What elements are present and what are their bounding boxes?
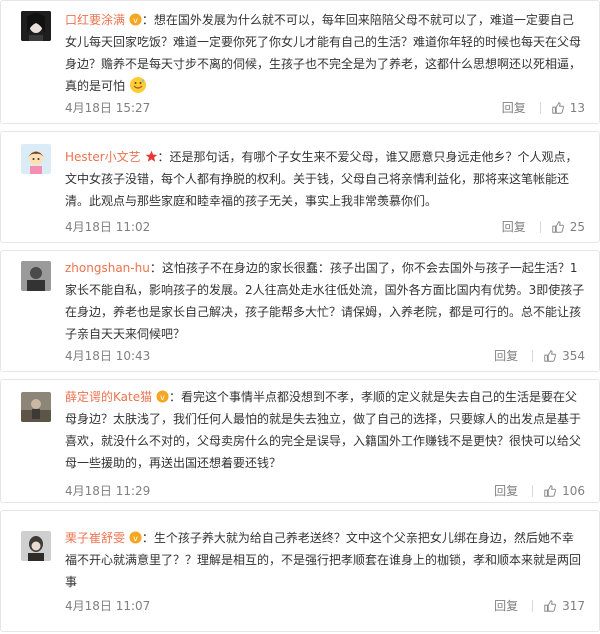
comment-body: 还是那句话，有哪个子女生来不爱父母，谁又愿意只身远走他乡？个人观点，文中女孩子没… — [65, 150, 578, 208]
like-count: 25 — [569, 220, 585, 234]
like-count: 317 — [562, 599, 585, 613]
comment-meta: 4月18日 10:43 回复 354 — [65, 345, 585, 367]
divider — [539, 102, 541, 114]
divider — [532, 600, 534, 612]
comment-meta: 4月18日 15:27 回复 13 — [65, 97, 585, 119]
star-badge-icon[interactable] — [145, 150, 158, 163]
reply-button[interactable]: 回复 — [494, 345, 518, 367]
sweat-smile-emoji-icon — [129, 77, 146, 93]
username-link[interactable]: 栗子崔舒雯 — [65, 531, 125, 545]
comment-time: 4月18日 11:02 — [65, 220, 151, 234]
comment-actions: 回复 106 — [494, 480, 585, 502]
avatar[interactable] — [21, 392, 51, 422]
comment-card: 薛定谔的Kate猫 v ：看完这个事情半点都没想到不孝，孝顺的定义就是失去自己的… — [0, 379, 600, 503]
reply-button[interactable]: 回复 — [502, 97, 526, 119]
avatar[interactable] — [21, 11, 51, 41]
like-thumb-icon[interactable] — [543, 599, 557, 613]
comment-meta: 4月18日 11:07 回复 317 — [65, 595, 585, 617]
comment-time: 4月18日 10:43 — [65, 349, 151, 363]
avatar[interactable] — [21, 531, 51, 561]
reply-button[interactable]: 回复 — [494, 480, 518, 502]
user-avatar-icon — [21, 392, 51, 422]
username-link[interactable]: 薛定谔的Kate猫 — [65, 390, 152, 404]
user-avatar-icon — [21, 144, 51, 174]
avatar[interactable] — [21, 144, 51, 174]
comment-actions: 回复 13 — [502, 97, 585, 119]
svg-text:v: v — [133, 15, 138, 25]
comment-card: Hester小文艺 ：还是那句话，有哪个子女生来不爱父母，谁又愿意只身远走他乡？… — [0, 131, 600, 243]
comment-time: 4月18日 11:29 — [65, 484, 151, 498]
comment-text: Hester小文艺 ：还是那句话，有哪个子女生来不爱父母，谁又愿意只身远走他乡？… — [65, 150, 578, 208]
user-avatar-icon — [21, 261, 51, 291]
svg-text:v: v — [133, 533, 138, 543]
like-count: 13 — [569, 101, 585, 115]
comment-meta: 4月18日 11:29 回复 106 — [65, 480, 585, 502]
avatar[interactable] — [21, 261, 51, 291]
reply-button[interactable]: 回复 — [494, 595, 518, 617]
like-count: 106 — [562, 484, 585, 498]
comment-card: 口红要涂满 v ：想在国外发展为什么就不可以，每年回来陪陪父母不就可以了，难道一… — [0, 0, 600, 124]
vip-badge-icon[interactable]: v — [156, 390, 169, 403]
comment-card: 栗子崔舒雯 v ：生个孩子养大就为给自己养老送终？文中这个父亲把女儿绑在身边，然… — [0, 510, 600, 632]
comment-actions: 回复 354 — [494, 345, 585, 367]
user-avatar-icon — [21, 531, 51, 561]
username-link[interactable]: zhongshan-hu — [65, 261, 150, 275]
like-thumb-icon[interactable] — [543, 349, 557, 363]
comment-actions: 回复 317 — [494, 595, 585, 617]
comment-time: 4月18日 15:27 — [65, 101, 151, 115]
svg-text:v: v — [160, 392, 165, 402]
comment-actions: 回复 25 — [502, 216, 585, 238]
comment-text: 薛定谔的Kate猫 v ：看完这个事情半点都没想到不孝，孝顺的定义就是失去自己的… — [65, 390, 582, 470]
username-link[interactable]: Hester小文艺 — [65, 150, 141, 164]
reply-button[interactable]: 回复 — [502, 216, 526, 238]
comment-card: zhongshan-hu：这怕孩子不在身边的家长很蠢：孩子出国了，你不会去国外与… — [0, 250, 600, 372]
comment-meta: 4月18日 11:02 回复 25 — [65, 216, 585, 238]
comment-text: 口红要涂满 v ：想在国外发展为什么就不可以，每年回来陪陪父母不就可以了，难道一… — [65, 13, 582, 93]
comment-text: zhongshan-hu：这怕孩子不在身边的家长很蠢：孩子出国了，你不会去国外与… — [65, 261, 585, 341]
user-avatar-icon — [21, 11, 51, 41]
comment-text: 栗子崔舒雯 v ：生个孩子养大就为给自己养老送终？文中这个父亲把女儿绑在身边，然… — [65, 531, 582, 589]
like-thumb-icon[interactable] — [551, 220, 565, 234]
divider — [539, 221, 541, 233]
divider — [532, 485, 534, 497]
like-thumb-icon[interactable] — [543, 484, 557, 498]
divider — [532, 350, 534, 362]
username-link[interactable]: 口红要涂满 — [65, 13, 125, 27]
like-thumb-icon[interactable] — [551, 101, 565, 115]
vip-badge-icon[interactable]: v — [129, 13, 142, 26]
like-count: 354 — [562, 349, 585, 363]
comment-time: 4月18日 11:07 — [65, 599, 151, 613]
vip-badge-icon[interactable]: v — [129, 531, 142, 544]
